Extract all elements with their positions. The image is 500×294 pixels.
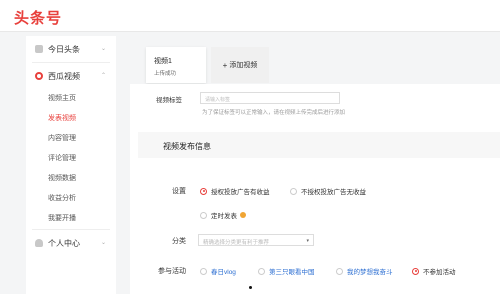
add-video-label: 添加视频	[229, 62, 258, 69]
sidebar-group-xigua[interactable]: 西瓜视频 ⌃	[26, 63, 116, 89]
home-icon	[35, 45, 43, 53]
chevron-up-icon: ⌃	[100, 73, 106, 79]
sidebar: 今日头条 ⌄ 西瓜视频 ⌃ 视频主页 发表视频 内容管理 评论管理 视频数据 收…	[26, 36, 116, 294]
activity-radio-china[interactable]: 第三只眼看中国	[258, 266, 315, 276]
sidebar-item-go-live[interactable]: 我要开播	[26, 209, 116, 229]
tag-input[interactable]: 请输入标签	[200, 92, 340, 104]
publish-form: 视频标签 请输入标签 为了保证标签可以正常输入，请在视频上传完成后进行添加 视频…	[130, 84, 500, 294]
sidebar-item-revenue[interactable]: 收益分析	[26, 189, 116, 209]
sidebar-group-label: 个人中心	[48, 238, 80, 248]
ad-authorize-radio[interactable]: 授权投放广告有收益	[200, 186, 270, 196]
schedule-checkbox[interactable]: 定时发表	[200, 210, 246, 220]
chevron-down-icon: ⌄	[100, 46, 106, 52]
video-tab-title: 视频1	[154, 58, 172, 65]
tag-label: 视频标签	[156, 97, 182, 104]
activity-radio-none[interactable]: 不参加活动	[412, 266, 456, 276]
radio-icon	[258, 267, 265, 275]
plus-icon: +	[222, 60, 228, 70]
xigua-video-icon	[35, 72, 43, 80]
video-tab-status: 上传成功	[154, 71, 177, 77]
radio-icon	[290, 187, 297, 195]
radio-icon	[200, 267, 207, 275]
sidebar-item-publish-video[interactable]: 发表视频	[26, 109, 116, 129]
section-title: 视频发布信息	[138, 132, 500, 158]
activity-label: 参与活动	[158, 268, 186, 275]
activity-option-label: 春日vlog	[211, 269, 236, 276]
schedule-label: 定时发表	[211, 213, 237, 220]
category-label: 分类	[172, 238, 186, 245]
sidebar-item-content-manage[interactable]: 内容管理	[26, 129, 116, 149]
radio-selected-icon	[200, 187, 207, 195]
activity-option-label: 第三只眼看中国	[269, 269, 315, 276]
sidebar-group-personal[interactable]: 个人中心 ⌄	[26, 230, 116, 256]
category-placeholder: 精确选择分类更有利于推荐	[203, 240, 270, 246]
sidebar-group-label: 西瓜视频	[48, 71, 80, 81]
activity-option-label: 不参加活动	[423, 269, 456, 276]
activity-option-label: 我的梦想我奋斗	[347, 269, 393, 276]
person-icon	[35, 239, 43, 247]
activity-radio-spring-vlog[interactable]: 春日vlog	[200, 266, 236, 276]
ad-decline-label: 不授权投放广告无收益	[301, 189, 366, 196]
sidebar-item-video-home[interactable]: 视频主页	[26, 89, 116, 109]
settings-label: 设置	[172, 188, 186, 195]
top-bar: 头条号	[0, 0, 500, 32]
radio-icon	[200, 211, 207, 219]
ad-decline-radio[interactable]: 不授权投放广告无收益	[290, 186, 366, 196]
app-logo[interactable]: 头条号	[14, 7, 62, 28]
chevron-down-icon: ▾	[306, 238, 309, 244]
radio-selected-icon	[412, 267, 419, 275]
sidebar-group-toutiao[interactable]: 今日头条 ⌄	[26, 36, 116, 62]
add-video-button[interactable]: + 添加视频	[211, 47, 269, 83]
cursor-dot	[249, 286, 252, 289]
help-icon[interactable]	[240, 212, 246, 218]
video-tab-1[interactable]: 视频1 上传成功	[146, 47, 206, 83]
category-select[interactable]: 精确选择分类更有利于推荐 ▾	[198, 234, 314, 246]
sidebar-item-comment-manage[interactable]: 评论管理	[26, 149, 116, 169]
radio-icon	[336, 267, 343, 275]
sidebar-item-video-data[interactable]: 视频数据	[26, 169, 116, 189]
chevron-down-icon: ⌄	[100, 240, 106, 246]
tag-hint: 为了保证标签可以正常输入，请在视频上传完成后进行添加	[202, 110, 346, 116]
activity-radio-dream[interactable]: 我的梦想我奋斗	[336, 266, 393, 276]
sidebar-group-label: 今日头条	[48, 44, 80, 54]
ad-authorize-label: 授权投放广告有收益	[211, 189, 270, 196]
